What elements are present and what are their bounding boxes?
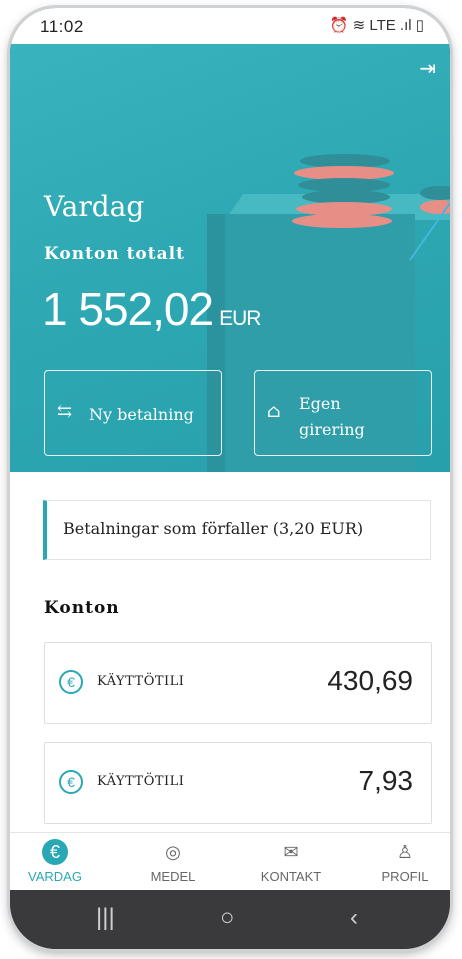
- total-amount-currency: EUR: [219, 307, 261, 330]
- due-payments-notice[interactable]: Betalningar som förfaller (3,20 EUR): [43, 500, 431, 560]
- own-transfer-label-line1: Egen: [299, 394, 341, 413]
- total-label: Konton totalt: [44, 244, 185, 264]
- total-amount: 1 552,02 EUR: [42, 282, 261, 336]
- home-icon[interactable]: ○: [220, 904, 235, 932]
- recent-apps-icon[interactable]: |||: [96, 904, 115, 932]
- nav-label: VARDAG: [28, 869, 82, 884]
- hero-banner: ⇥ Vardag Konton totalt 1 552,02 EUR ⇆ Ny …: [10, 44, 450, 472]
- nav-item-medel[interactable]: ◎ MEDEL: [128, 839, 218, 884]
- nav-item-vardag[interactable]: € VARDAG: [10, 839, 100, 884]
- euro-icon: €: [42, 839, 68, 865]
- safe-icon: ◎: [165, 842, 181, 862]
- total-amount-value: 1 552,02: [42, 283, 214, 335]
- bottom-navigation: € VARDAG ◎ MEDEL ✉ KONTAKT ♙ PROFIL: [10, 832, 450, 891]
- mail-icon: ✉: [283, 842, 299, 862]
- main-content: Betalningar som förfaller (3,20 EUR) Kon…: [10, 472, 450, 832]
- own-transfer-label-line2: girering: [299, 420, 365, 439]
- new-payment-label: Ny betalning: [89, 405, 194, 424]
- own-transfer-icon: ⌂: [267, 401, 281, 422]
- account-balance: 7,93: [358, 765, 414, 796]
- nav-item-kontakt[interactable]: ✉ KONTAKT: [246, 839, 336, 884]
- status-time: 11:02: [40, 17, 84, 36]
- page-title: Vardag: [44, 190, 145, 223]
- status-icons: ⏰ ≋ LTE .ıl ▯: [329, 17, 424, 34]
- coin-decoration: [292, 214, 392, 228]
- account-name: KÄYTTÖTILI: [97, 674, 185, 689]
- profile-icon: ♙: [396, 842, 414, 862]
- euro-icon: €: [59, 770, 83, 794]
- euro-icon: €: [59, 670, 83, 694]
- accounts-heading: Konton: [44, 598, 120, 618]
- nav-item-profil[interactable]: ♙ PROFIL: [360, 839, 450, 884]
- account-card[interactable]: € KÄYTTÖTILI 7,93: [44, 742, 432, 824]
- back-icon[interactable]: ‹: [350, 904, 358, 932]
- own-transfer-label: Egen girering: [299, 391, 365, 443]
- nav-label: PROFIL: [381, 869, 429, 884]
- nav-label: KONTAKT: [260, 869, 322, 884]
- account-name: KÄYTTÖTILI: [97, 774, 185, 789]
- logout-icon[interactable]: ⇥: [419, 56, 436, 81]
- own-transfer-button[interactable]: ⌂ Egen girering: [254, 370, 432, 456]
- system-navigation-bar: ||| ○ ‹: [10, 890, 450, 949]
- status-bar: 11:02 ⏰ ≋ LTE .ıl ▯: [10, 8, 450, 44]
- phone-frame: 11:02 ⏰ ≋ LTE .ıl ▯ ⇥ Vardag Konton tota…: [10, 8, 450, 949]
- account-card[interactable]: € KÄYTTÖTILI 430,69: [44, 642, 432, 724]
- new-payment-button[interactable]: ⇆ Ny betalning: [44, 370, 222, 456]
- nav-label: MEDEL: [150, 869, 196, 884]
- transfer-arrows-icon: ⇆: [57, 401, 73, 422]
- account-balance: 430,69: [327, 665, 413, 696]
